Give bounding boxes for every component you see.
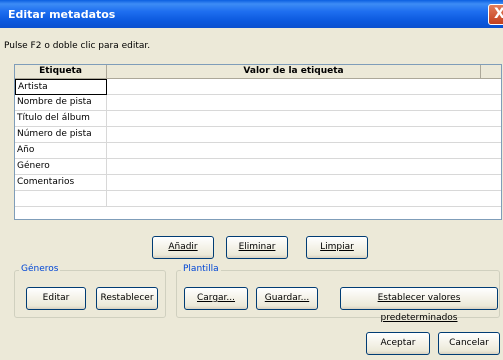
tag-cell[interactable]: Comentarios xyxy=(15,175,107,191)
close-icon: X xyxy=(494,6,503,22)
column-header-value[interactable]: Valor de la etiqueta xyxy=(107,65,481,78)
cancel-button[interactable]: Cancelar xyxy=(438,332,500,355)
table-header: Etiqueta Valor de la etiqueta xyxy=(15,65,501,79)
ok-button[interactable]: Aceptar xyxy=(366,332,430,355)
set-defaults-button[interactable]: Establecer valores predeterminados xyxy=(340,287,498,323)
table-row[interactable]: Nombre de pista xyxy=(15,95,501,111)
value-cell[interactable] xyxy=(107,143,501,159)
clear-button-label: Limpiar xyxy=(320,242,354,252)
tag-cell[interactable]: Artista xyxy=(15,79,107,95)
tag-cell[interactable]: Número de pista xyxy=(15,127,107,143)
template-legend: Plantilla xyxy=(181,264,221,274)
table-row[interactable]: Título del álbum xyxy=(15,111,501,127)
tag-cell[interactable]: Año xyxy=(15,143,107,159)
tag-cell[interactable] xyxy=(15,191,107,207)
value-cell[interactable] xyxy=(107,175,501,191)
add-button-label: Añadir xyxy=(168,242,198,252)
window-title: Editar metadatos xyxy=(8,8,116,21)
edit-metadata-dialog: Editar metadatos X Pulse F2 o doble clic… xyxy=(0,0,503,360)
table-row[interactable]: Artista xyxy=(15,79,501,95)
table-row[interactable] xyxy=(15,191,501,207)
tag-cell[interactable]: Nombre de pista xyxy=(15,95,107,111)
table-row[interactable]: Género xyxy=(15,159,501,175)
load-template-button[interactable]: Cargar... xyxy=(184,287,248,310)
save-template-label: Guardar... xyxy=(264,293,310,303)
value-cell[interactable] xyxy=(107,111,501,127)
edit-hint: Pulse F2 o doble clic para editar. xyxy=(4,41,151,51)
add-button[interactable]: Añadir xyxy=(152,236,214,259)
tag-cell[interactable]: Género xyxy=(15,159,107,175)
tag-cell[interactable]: Título del álbum xyxy=(15,111,107,127)
delete-button[interactable]: Eliminar xyxy=(226,236,288,259)
reset-genres-button[interactable]: Restablecer xyxy=(96,287,158,310)
load-template-label: Cargar... xyxy=(196,293,236,303)
table-row[interactable]: Año xyxy=(15,143,501,159)
close-button[interactable]: X xyxy=(488,4,503,25)
value-cell[interactable] xyxy=(107,127,501,143)
clear-button[interactable]: Limpiar xyxy=(306,236,368,259)
edit-genres-button[interactable]: Editar xyxy=(26,287,86,310)
table-row[interactable]: Comentarios xyxy=(15,175,501,191)
save-template-button[interactable]: Guardar... xyxy=(256,287,318,310)
column-header-tag[interactable]: Etiqueta xyxy=(15,65,107,78)
value-cell[interactable] xyxy=(107,191,501,207)
value-cell[interactable] xyxy=(107,159,501,175)
table-row[interactable]: Número de pista xyxy=(15,127,501,143)
value-cell[interactable] xyxy=(107,95,501,111)
metadata-table[interactable]: Etiqueta Valor de la etiqueta Artista No… xyxy=(14,64,502,220)
value-cell[interactable] xyxy=(107,79,501,95)
title-bar: Editar metadatos X xyxy=(0,0,503,28)
set-defaults-label: Establecer valores predeterminados xyxy=(377,293,461,323)
genres-legend: Géneros xyxy=(19,264,61,274)
delete-button-label: Eliminar xyxy=(238,242,276,252)
